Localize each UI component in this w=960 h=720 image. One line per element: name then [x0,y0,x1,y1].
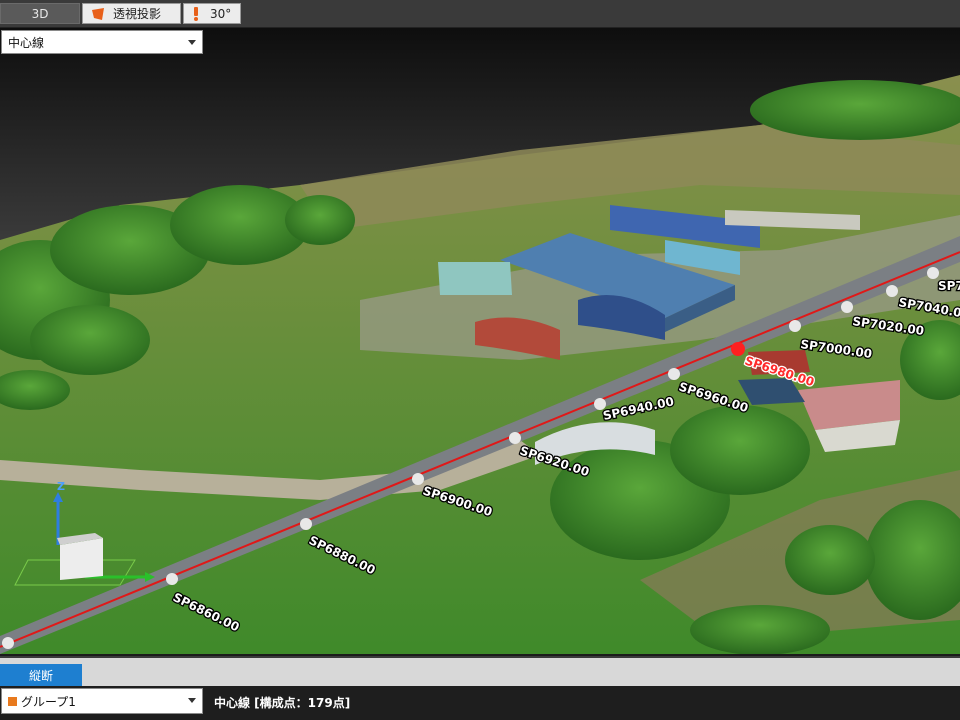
status-bar: グループ1 中心線 [構成点：179点] [0,686,960,720]
profile-tab-bar: 縦断 [0,656,960,688]
station-marker[interactable] [412,473,424,485]
alignment-select[interactable]: 中心線 [1,30,203,54]
cyan-shed [438,262,512,295]
alignment-select-value: 中心線 [8,35,45,50]
exclamation-icon [194,6,198,21]
station-marker[interactable] [789,320,801,332]
station-marker[interactable] [2,637,14,649]
tab-longitudinal-profile[interactable]: 縦断 [0,664,82,686]
perspective-icon [92,7,104,20]
3d-viewport[interactable]: SP6860.00 SP6880.00 SP6900.00 SP6920.00 … [0,28,960,654]
group-color-swatch [8,696,17,706]
point-cloud-scene: SP6860.00 SP6880.00 SP6900.00 SP6920.00 … [0,75,960,654]
station-marker[interactable] [668,368,680,380]
tab-3d[interactable]: 3D [0,3,80,24]
perspective-projection-button[interactable]: 透視投影 [82,3,181,24]
station-marker[interactable] [509,432,521,444]
reference-cube [60,538,103,580]
perspective-projection-label: 透視投影 [113,7,162,21]
chevron-down-icon [188,698,196,703]
group-select-value: グループ1 [21,694,76,709]
station-label: SP7 [938,279,960,293]
station-marker-active[interactable] [731,342,745,356]
axis-z-label: Z [57,480,65,493]
station-marker[interactable] [841,301,853,313]
view-angle-label: 30° [210,6,232,21]
point-count-status: 中心線 [構成点：179点] [214,696,351,710]
station-marker[interactable] [166,573,178,585]
station-marker[interactable] [300,518,312,530]
chevron-down-icon [188,40,196,45]
view-toolbar: 3D 透視投影 30° [0,0,960,28]
group-select[interactable]: グループ1 [1,688,203,714]
view-angle-button[interactable]: 30° [183,3,241,24]
station-marker[interactable] [927,267,939,279]
station-marker[interactable] [886,285,898,297]
